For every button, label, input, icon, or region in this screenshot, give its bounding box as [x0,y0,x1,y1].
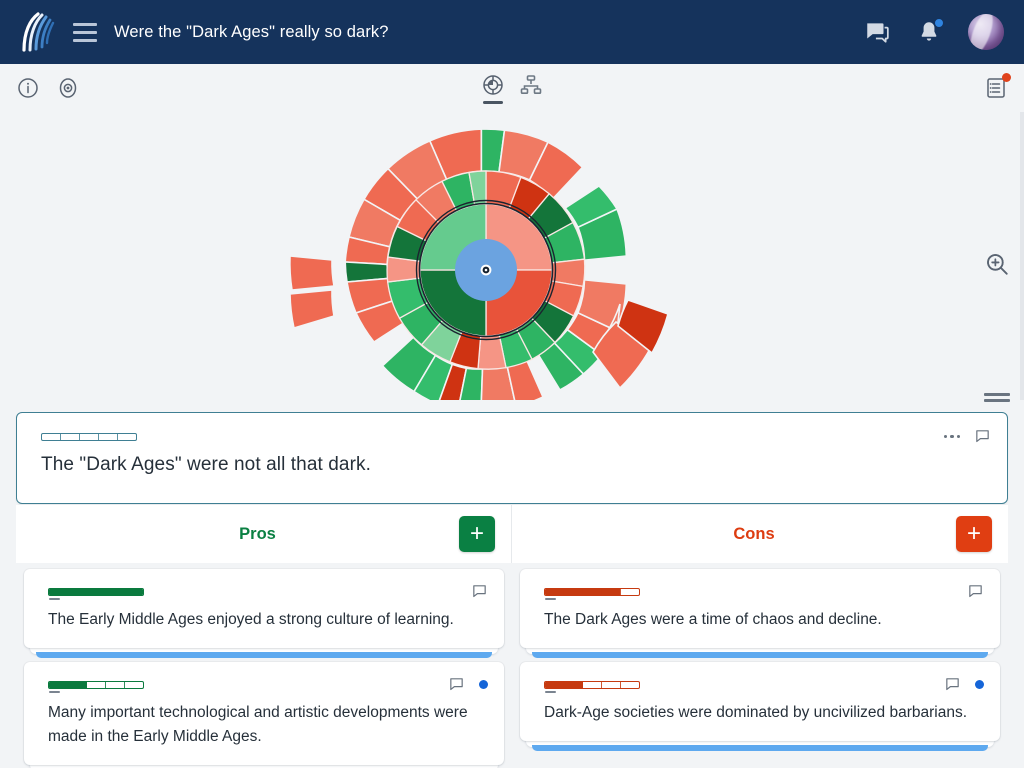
add-con-button[interactable]: + [956,516,992,552]
comment-icon[interactable] [944,676,961,693]
thesis-text: The "Dark Ages" were not all that dark. [17,445,1007,476]
zoom-controls [984,230,1010,298]
con-card[interactable]: The Dark Ages were a time of chaos and d… [520,569,1000,648]
info-circle-icon[interactable] [16,76,40,100]
con-card-text: The Dark Ages were a time of chaos and d… [544,600,984,632]
panel-resizer-row [0,386,1024,412]
pro-card[interactable]: The Early Middle Ages enjoyed a strong c… [24,569,504,648]
sunburst-svg [0,112,1024,400]
card-stack-accent [532,745,988,751]
topbar-actions [864,14,1008,50]
cons-column-header: Cons + [512,505,1008,563]
list-item: Many important technological and artisti… [16,662,512,768]
zoom-out-icon[interactable] [984,272,1010,298]
con-score-bar [544,588,640,596]
sub-toolbar-right [984,76,1008,100]
app-root: Were the "Dark Ages" really so dark? [0,0,1024,768]
unread-indicator-dot [975,680,984,689]
thesis-card-header [17,413,1007,445]
bell-icon[interactable] [916,19,942,45]
hamburger-menu-icon[interactable] [70,17,100,47]
eye-target-icon[interactable] [56,76,80,100]
pro-score-bar [48,588,144,596]
user-avatar[interactable] [968,14,1004,50]
comment-icon[interactable] [967,583,984,600]
add-pro-button[interactable]: + [459,516,495,552]
sub-toolbar [0,64,1024,112]
card-stack-accent [36,652,492,658]
sub-toolbar-left [16,76,80,100]
top-bar: Were the "Dark Ages" really so dark? [0,0,1024,64]
card-stack-accent [532,652,988,658]
thesis-card-actions [944,428,992,445]
view-tabs [466,73,558,104]
hierarchy-tree-icon [519,73,543,97]
unread-indicator-dot [479,680,488,689]
con-score-bar [544,681,640,689]
thesis-card[interactable]: The "Dark Ages" were not all that dark. [16,412,1008,504]
list-item: Dark-Age societies were dominated by unc… [512,662,1008,755]
page-title: Were the "Dark Ages" really so dark? [114,23,389,42]
list-agenda-icon[interactable] [984,76,1008,100]
cons-card-list: The Dark Ages were a time of chaos and d… [512,569,1008,755]
comment-icon[interactable] [974,428,991,445]
list-item: The Early Middle Ages enjoyed a strong c… [16,569,512,662]
pro-card[interactable]: Many important technological and artisti… [24,662,504,765]
pro-score-bar [48,681,144,689]
tab-sunburst-view[interactable] [481,73,505,104]
list-item: The Dark Ages were a time of chaos and d… [512,569,1008,662]
pros-label: Pros [16,525,459,544]
comment-icon[interactable] [471,583,488,600]
resize-handle-icon[interactable] [984,391,1010,403]
cons-label: Cons [512,525,956,544]
sunburst-chart-icon [481,73,505,97]
viz-scrollbar[interactable] [1020,112,1024,400]
pro-card-text: The Early Middle Ages enjoyed a strong c… [48,600,488,632]
more-options-icon[interactable] [944,431,961,443]
chat-bubble-icon[interactable] [864,19,890,45]
kialo-waves-logo[interactable] [16,10,60,54]
comment-icon[interactable] [448,676,465,693]
list-notification-badge [1002,73,1011,82]
pro-card-text: Many important technological and artisti… [48,693,488,749]
tab-tree-view[interactable] [519,73,543,104]
pros-column-header: Pros + [16,505,512,563]
sunburst-visualization[interactable] [0,112,1024,400]
con-card[interactable]: Dark-Age societies were dominated by unc… [520,662,1000,741]
pros-card-list: The Early Middle Ages enjoyed a strong c… [16,569,512,768]
thesis-score-bar [41,433,137,441]
notification-badge [934,18,944,28]
con-card-text: Dark-Age societies were dominated by unc… [544,693,984,725]
